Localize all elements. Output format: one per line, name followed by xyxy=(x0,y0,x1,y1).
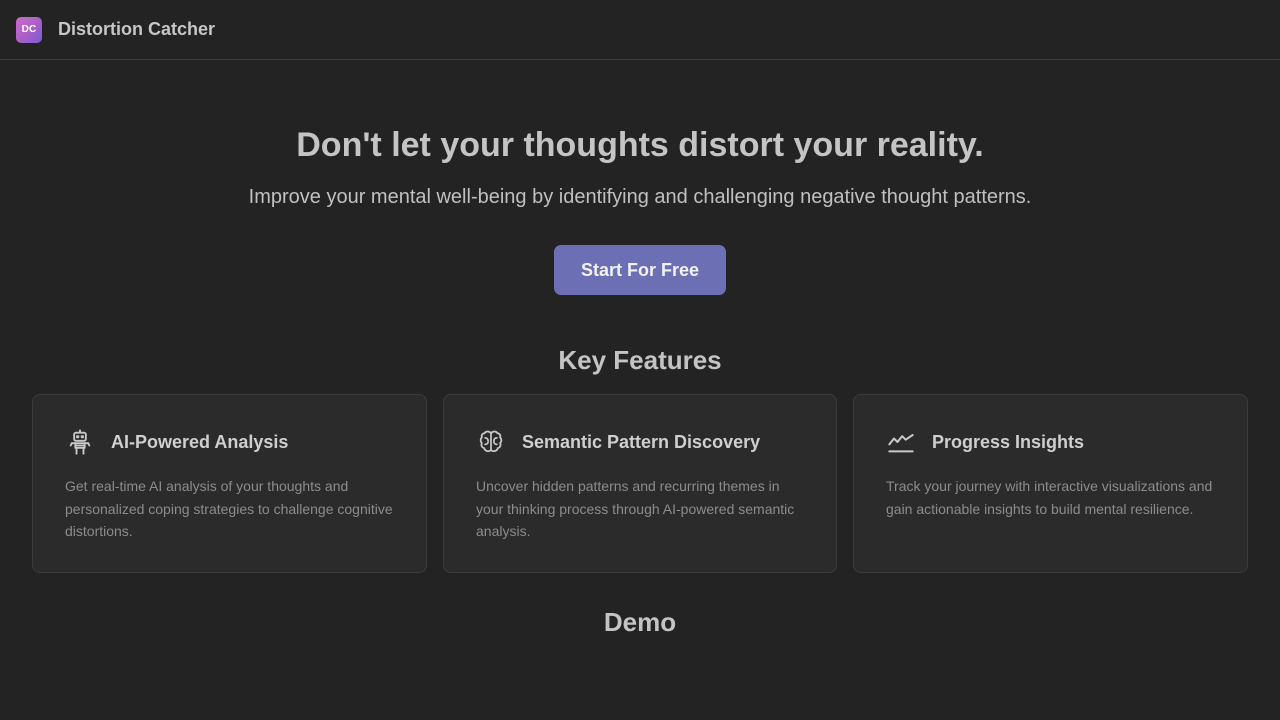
brain-icon xyxy=(476,427,506,457)
feature-card-progress-insights: Progress Insights Track your journey wit… xyxy=(853,394,1248,573)
top-navbar: DC Distortion Catcher xyxy=(0,0,1280,60)
feature-description: Get real-time AI analysis of your though… xyxy=(65,478,393,539)
hero-subtitle: Improve your mental well-being by identi… xyxy=(248,186,1032,208)
demo-heading: Demo xyxy=(603,607,677,637)
line-chart-icon xyxy=(886,427,916,457)
key-features-heading: Key Features xyxy=(558,345,722,375)
hero-title: Don't let your thoughts distort your rea… xyxy=(296,126,984,164)
robot-icon xyxy=(65,427,95,457)
logo-text: DC xyxy=(21,24,37,35)
feature-title: Progress Insights xyxy=(932,431,1085,452)
feature-title: Semantic Pattern Discovery xyxy=(522,431,761,452)
feature-description: Track your journey with interactive visu… xyxy=(886,478,1213,517)
feature-title: AI-Powered Analysis xyxy=(111,431,289,452)
app-title[interactable]: Distortion Catcher xyxy=(58,19,215,40)
feature-card-pattern-discovery: Semantic Pattern Discovery Uncover hidde… xyxy=(443,394,837,573)
app-logo[interactable]: DC xyxy=(16,16,42,43)
feature-description: Uncover hidden patterns and recurring th… xyxy=(476,478,795,539)
start-for-free-button[interactable]: Start For Free xyxy=(554,245,726,295)
feature-card-ai-analysis: AI-Powered Analysis Get real-time AI ana… xyxy=(32,394,427,573)
